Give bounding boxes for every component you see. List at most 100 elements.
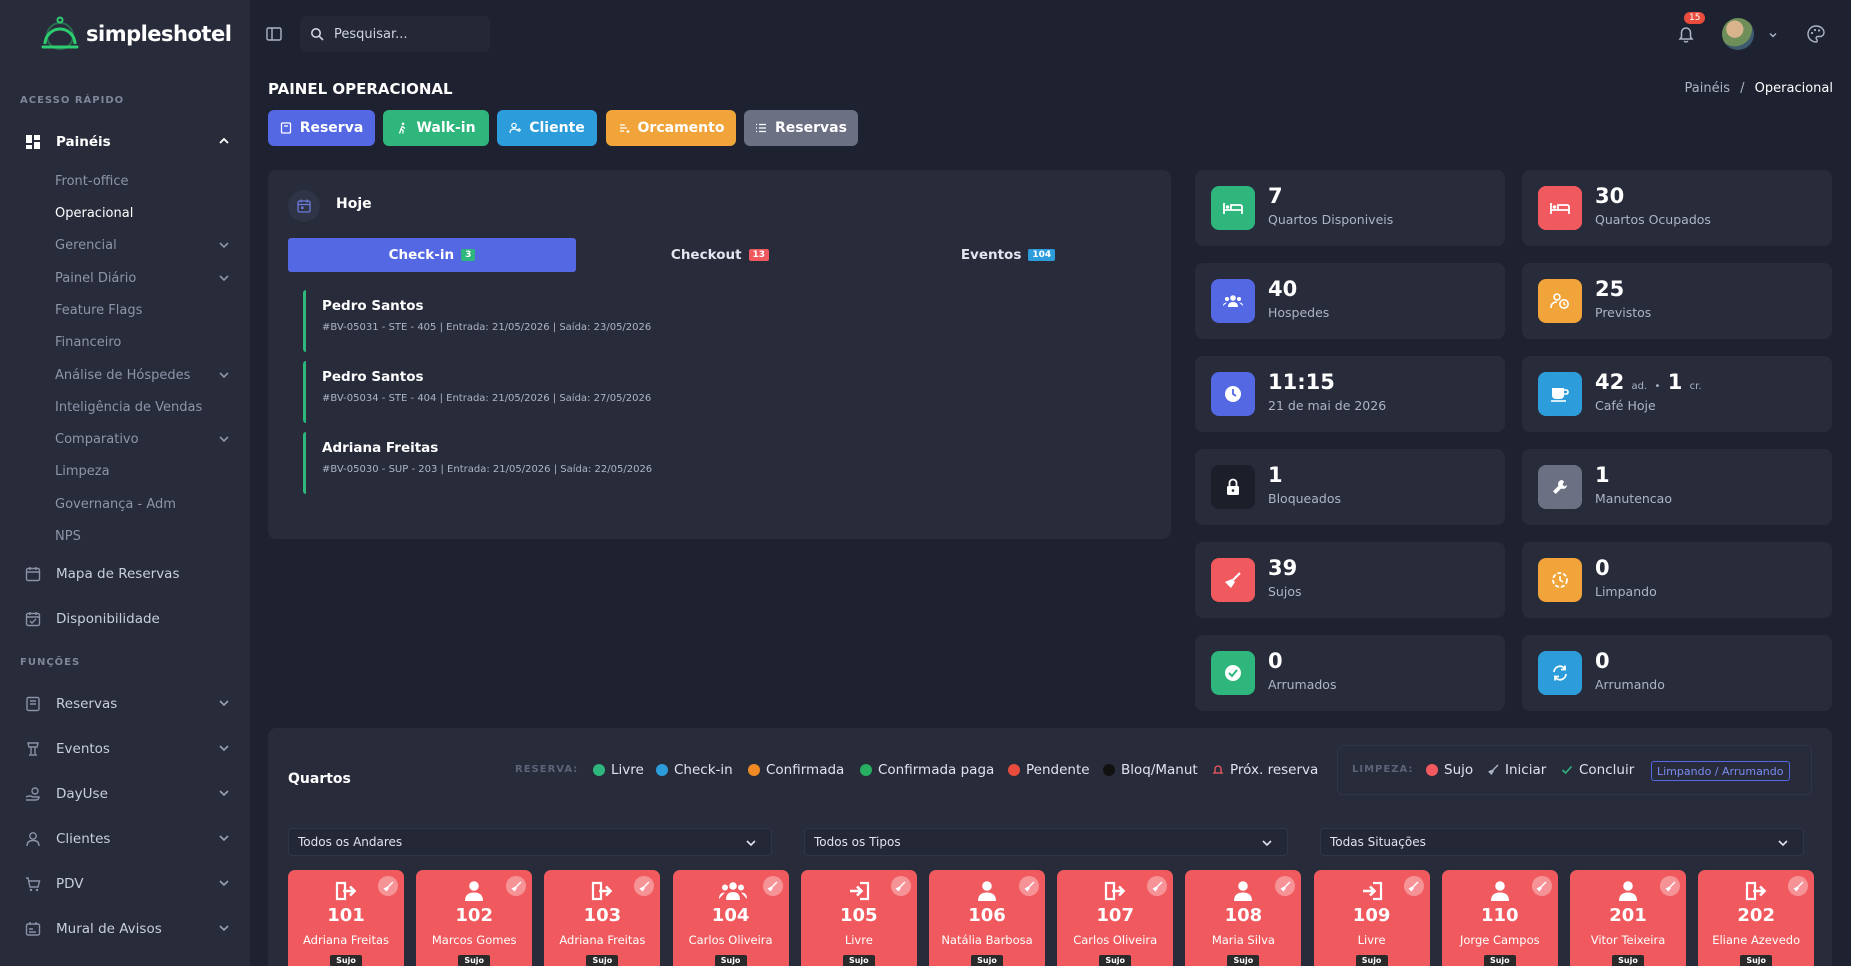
- tab-eventos[interactable]: Eventos 104: [864, 238, 1152, 272]
- stat-card-arrumados[interactable]: 0 Arrumados: [1195, 635, 1505, 711]
- broom-check-icon[interactable]: [762, 876, 783, 896]
- search-input[interactable]: [334, 26, 474, 42]
- room-card[interactable]: 105 Livre Sujo: [800, 870, 917, 966]
- stat-value: 40: [1268, 277, 1298, 301]
- broom-check-icon[interactable]: [634, 876, 655, 896]
- user-icon: [975, 880, 999, 902]
- room-card[interactable]: 107 Carlos Oliveira Sujo: [1057, 870, 1174, 966]
- tab-count-badge: 104: [1028, 249, 1056, 261]
- list-item[interactable]: Pedro Santos #BV-05034 - STE - 404 | Ent…: [303, 361, 1103, 423]
- user-clock-icon: [1538, 279, 1582, 323]
- users-icon: [1211, 279, 1255, 323]
- bell-icon[interactable]: [1676, 24, 1696, 44]
- sidebar-item-label: Eventos: [56, 741, 110, 757]
- chevron-down-icon[interactable]: [1768, 30, 1778, 40]
- broom-check-icon[interactable]: [1275, 876, 1296, 896]
- sidebar-subitem-label: NPS: [55, 528, 81, 544]
- room-card[interactable]: 201 Vitor Teixeira Sujo: [1570, 870, 1686, 966]
- stat-card-quartos-ocupados[interactable]: 30 Quartos Ocupados: [1522, 170, 1832, 246]
- breadcrumb-parent[interactable]: Painéis: [1685, 81, 1730, 96]
- stat-card-manutencao[interactable]: 1 Manutencao: [1522, 449, 1832, 525]
- dashboard-icon: [24, 133, 42, 151]
- avatar[interactable]: [1722, 18, 1754, 50]
- sidebar-subitem-nps[interactable]: NPS: [55, 525, 230, 547]
- sidebar-item-reservas[interactable]: Reservas: [24, 691, 230, 717]
- app-logo[interactable]: simpleshotel: [40, 14, 232, 54]
- broom-check-icon[interactable]: [890, 876, 911, 896]
- tab-checkout[interactable]: Checkout 13: [576, 238, 864, 272]
- palette-icon[interactable]: [1806, 24, 1826, 44]
- sidebar-item-mural-avisos[interactable]: Mural de Avisos: [24, 916, 230, 942]
- broom-check-icon[interactable]: [1147, 876, 1168, 896]
- room-card[interactable]: 101 Adriana Freitas Sujo: [288, 870, 404, 966]
- sidebar-subitem-operacional[interactable]: Operacional: [55, 202, 230, 224]
- room-card[interactable]: 110 Jorge Campos Sujo: [1441, 870, 1558, 966]
- tab-count-badge: 3: [461, 249, 476, 261]
- list-item[interactable]: Pedro Santos #BV-05031 - STE - 405 | Ent…: [303, 290, 1103, 352]
- stat-card-cafe[interactable]: 42 ad. • 1 cr. Café Hoje: [1522, 356, 1832, 432]
- room-card[interactable]: 103 Adriana Freitas Sujo: [544, 870, 661, 966]
- room-status-badge: Sujo: [1483, 955, 1516, 966]
- room-card[interactable]: 106 Natália Barbosa Sujo: [929, 870, 1045, 966]
- sidebar-subitem-limpeza[interactable]: Limpeza: [55, 460, 230, 482]
- search-box[interactable]: [300, 16, 490, 52]
- list-item[interactable]: Adriana Freitas #BV-05030 - SUP - 203 | …: [303, 432, 1103, 494]
- sidebar-item-dayuse[interactable]: DayUse: [24, 781, 230, 807]
- stat-card-arrumando[interactable]: 0 Arrumando: [1522, 635, 1832, 711]
- sidebar-subitem-painel-diario[interactable]: Painel Diário: [55, 267, 230, 289]
- sidebar-subitem-feature-flags[interactable]: Feature Flags: [55, 299, 230, 321]
- reservas-list-button[interactable]: Reservas: [744, 110, 858, 146]
- broom-check-icon[interactable]: [1660, 876, 1680, 896]
- room-card[interactable]: 108 Maria Silva Sujo: [1185, 870, 1302, 966]
- room-card[interactable]: 202 Eliane Azevedo Sujo: [1698, 870, 1815, 966]
- stat-card-limpando[interactable]: 0 Limpando: [1522, 542, 1832, 618]
- sidebar-subitem-front-office[interactable]: Front-office: [55, 170, 230, 192]
- broom-check-icon[interactable]: [378, 876, 398, 896]
- list-icon: [756, 123, 767, 133]
- tab-check-in[interactable]: Check-in 3: [288, 238, 576, 272]
- sidebar-item-mapa-reservas[interactable]: Mapa de Reservas: [24, 561, 230, 587]
- sidebar-subitem-financeiro[interactable]: Financeiro: [55, 331, 230, 353]
- new-reserva-button[interactable]: Reserva: [268, 110, 375, 146]
- sidebar-item-eventos[interactable]: Eventos: [24, 736, 230, 762]
- broom-check-icon[interactable]: [1531, 876, 1552, 896]
- sidebar-item-pdv[interactable]: PDV: [24, 871, 230, 897]
- sidebar-subitem-inteligencia-vendas[interactable]: Inteligência de Vendas: [55, 396, 230, 418]
- room-card[interactable]: 102 Marcos Gomes Sujo: [416, 870, 533, 966]
- filter-situacoes-select[interactable]: Todas Situações: [1320, 828, 1804, 856]
- stat-label: Quartos Disponiveis: [1268, 212, 1394, 227]
- tab-label: Eventos: [960, 247, 1022, 263]
- new-cliente-button[interactable]: Cliente: [497, 110, 597, 146]
- sidebar-subitem-governanca[interactable]: Governança - Adm: [55, 493, 230, 515]
- legend-confirmada-paga: Confirmada paga: [860, 762, 994, 778]
- sidebar-item-paineis[interactable]: Painéis: [24, 129, 230, 155]
- broom-check-icon[interactable]: [1788, 876, 1809, 896]
- filter-andares-select[interactable]: Todos os Andares: [288, 828, 772, 856]
- sidebar-subitem-gerencial[interactable]: Gerencial: [55, 234, 230, 256]
- room-card[interactable]: 109 Livre Sujo: [1313, 870, 1430, 966]
- stat-value: 1: [1268, 463, 1283, 487]
- room-guest: Natália Barbosa: [941, 933, 1033, 947]
- orcamento-button[interactable]: Orcamento: [606, 110, 736, 146]
- chevron-down-icon: [1262, 840, 1272, 847]
- broom-check-icon[interactable]: [506, 876, 527, 896]
- room-card[interactable]: 104 Carlos Oliveira Sujo: [672, 870, 789, 966]
- stat-card-previstos[interactable]: 25 Previstos: [1522, 263, 1832, 339]
- stat-card-quartos-disponiveis[interactable]: 7 Quartos Disponiveis: [1195, 170, 1505, 246]
- broom-check-icon[interactable]: [1019, 876, 1039, 896]
- sidebar-subitem-label: Financeiro: [55, 334, 122, 350]
- stat-card-bloqueados[interactable]: 1 Bloqueados: [1195, 449, 1505, 525]
- sidebar-item-clientes[interactable]: Clientes: [24, 826, 230, 852]
- sidebar-item-disponibilidade[interactable]: Disponibilidade: [24, 606, 230, 632]
- walk-in-button[interactable]: Walk-in: [383, 110, 489, 146]
- filter-tipos-select[interactable]: Todos os Tipos: [804, 828, 1288, 856]
- sidebar-subitem-label: Inteligência de Vendas: [55, 399, 203, 415]
- room-number: 106: [968, 905, 1006, 926]
- broom-check-icon[interactable]: [1403, 876, 1424, 896]
- sidebar-subitem-comparativo[interactable]: Comparativo: [55, 428, 230, 450]
- sidebar-toggle-icon[interactable]: [266, 26, 282, 42]
- stat-card-hospedes[interactable]: 40 Hospedes: [1195, 263, 1505, 339]
- legend-bloq-manut: Bloq/Manut: [1103, 762, 1198, 778]
- sidebar-subitem-analise-hospedes[interactable]: Análise de Hóspedes: [55, 364, 230, 386]
- stat-card-sujos[interactable]: 39 Sujos: [1195, 542, 1505, 618]
